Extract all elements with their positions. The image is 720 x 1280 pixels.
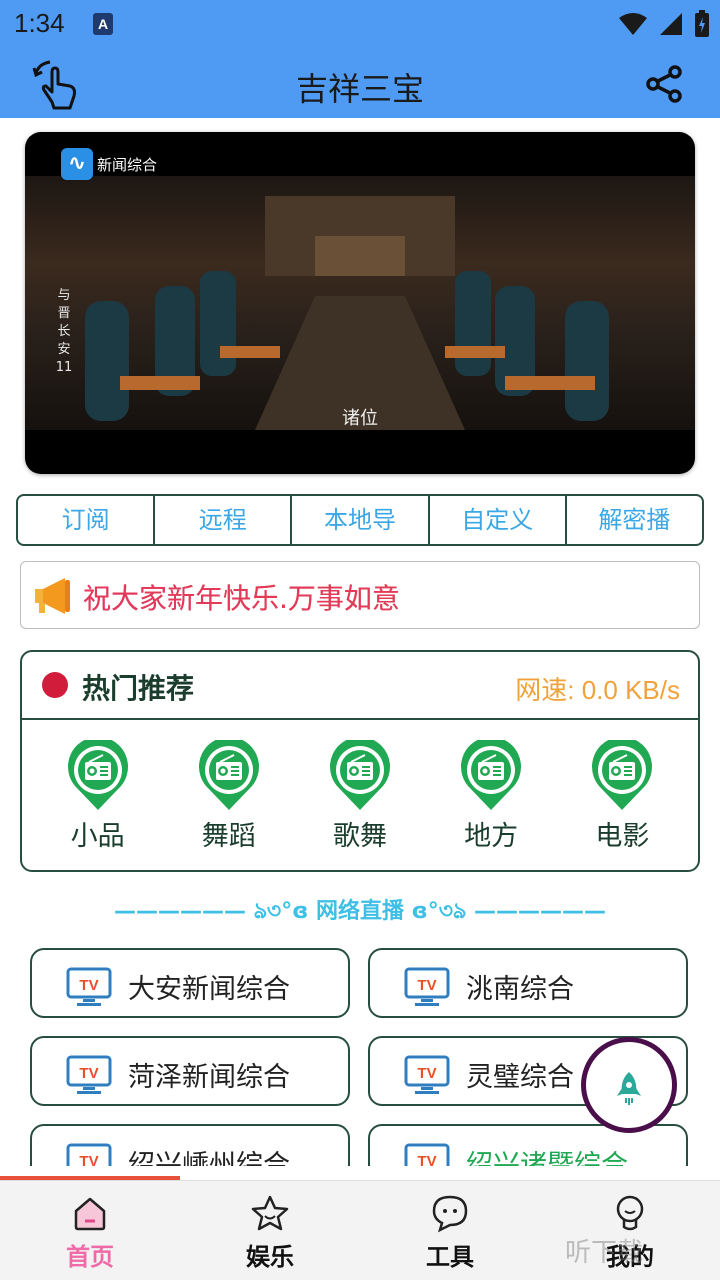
svg-text:TV: TV bbox=[417, 1153, 436, 1166]
channel-name: 大安新闻综合 bbox=[128, 974, 290, 1005]
home-icon bbox=[74, 1197, 106, 1231]
status-time: 1:34 bbox=[14, 8, 65, 38]
app-title: 吉祥三宝 bbox=[295, 70, 424, 108]
notification-icon: A bbox=[93, 13, 113, 35]
watermark-text: 听下载 bbox=[565, 1238, 644, 1268]
network-speed: 网速: 0.0 KB/s bbox=[515, 675, 680, 705]
status-bar: 1:34 A bbox=[0, 0, 720, 50]
channel-item[interactable]: TV 绍兴嵊州综合 bbox=[30, 1124, 350, 1166]
radio-pin-icon bbox=[592, 740, 653, 810]
channel-item[interactable]: TV 菏泽新闻综合 bbox=[30, 1036, 350, 1106]
hot-item-label: 小品 bbox=[70, 821, 125, 852]
channel-logo-icon: ∿ bbox=[61, 148, 93, 180]
live-section-divider: —————— ঌ৩°ɞ 网络直播 ɞ°৩ঌ —————— bbox=[114, 899, 606, 924]
profile-icon bbox=[616, 1195, 644, 1231]
channel-name: 绍兴诸暨综合 bbox=[466, 1150, 628, 1166]
drama-title: 与晋长安11 bbox=[55, 288, 73, 375]
tv-icon: TV bbox=[66, 1055, 112, 1094]
nav-tools[interactable]: 工具 bbox=[360, 1181, 540, 1280]
video-scene-art bbox=[85, 196, 609, 430]
chat-bubble-icon bbox=[432, 1195, 468, 1233]
hot-item-label: 舞蹈 bbox=[201, 821, 256, 852]
tv-icon: TV bbox=[404, 1143, 450, 1166]
notice-text: 祝大家新年快乐.万事如意 bbox=[83, 577, 400, 617]
red-dot-icon bbox=[42, 672, 68, 698]
channel-name: 灵璧综合 bbox=[466, 1062, 574, 1093]
nav-label: 工具 bbox=[426, 1243, 474, 1271]
svg-text:TV: TV bbox=[79, 977, 98, 994]
tv-icon: TV bbox=[404, 967, 450, 1006]
hot-item-song-dance[interactable]: 歌舞 bbox=[310, 732, 410, 853]
hot-item-movie[interactable]: 电影 bbox=[572, 732, 672, 853]
wifi-icon bbox=[619, 13, 647, 35]
nav-label: 娱乐 bbox=[246, 1243, 294, 1271]
battery-icon bbox=[695, 10, 709, 37]
tv-icon: TV bbox=[404, 1055, 450, 1094]
app-bar: 吉祥三宝 bbox=[0, 50, 720, 118]
hot-header: 热门推荐 网速: 0.0 KB/s bbox=[22, 652, 698, 720]
video-subtitle: 诸位 bbox=[342, 408, 378, 429]
channel-item[interactable]: TV 大安新闻综合 bbox=[30, 948, 350, 1018]
nav-entertainment[interactable]: 娱乐 bbox=[180, 1181, 360, 1280]
tab-remote[interactable]: 远程 bbox=[155, 496, 293, 544]
hot-item-local[interactable]: 地方 bbox=[441, 732, 541, 853]
svg-text:TV: TV bbox=[79, 1065, 98, 1082]
signal-icon bbox=[660, 13, 682, 35]
nav-home[interactable]: 首页 bbox=[0, 1181, 180, 1280]
star-icon bbox=[251, 1195, 289, 1231]
hot-recommend-card: 热门推荐 网速: 0.0 KB/s 小品 舞蹈 歌舞 地方 电影 bbox=[20, 650, 700, 872]
video-frame bbox=[25, 176, 695, 430]
source-tabs: 订阅 远程 本地导 自定义 解密播 bbox=[16, 494, 704, 546]
svg-text:TV: TV bbox=[417, 1065, 436, 1082]
tv-icon: TV bbox=[66, 1143, 112, 1166]
hot-title: 热门推荐 bbox=[82, 672, 195, 705]
channel-name: 新闻综合 bbox=[97, 156, 158, 174]
svg-text:TV: TV bbox=[79, 1153, 98, 1166]
hot-item-label: 电影 bbox=[595, 821, 650, 852]
channel-name: 洮南综合 bbox=[466, 974, 574, 1005]
radio-pin-icon bbox=[461, 740, 522, 810]
hot-item-label: 地方 bbox=[464, 821, 519, 852]
radio-pin-icon bbox=[67, 740, 128, 810]
tv-icon: TV bbox=[66, 967, 112, 1006]
svg-text:TV: TV bbox=[417, 977, 436, 994]
hot-item-sketch[interactable]: 小品 bbox=[48, 732, 148, 853]
notice-banner[interactable]: 祝大家新年快乐.万事如意 bbox=[20, 561, 700, 629]
megaphone-icon bbox=[35, 578, 70, 614]
tab-subscribe[interactable]: 订阅 bbox=[18, 496, 156, 544]
channel-name: 菏泽新闻综合 bbox=[128, 1062, 290, 1093]
tab-local-import[interactable]: 本地导 bbox=[292, 496, 430, 544]
nav-label: 首页 bbox=[66, 1243, 114, 1271]
status-icons bbox=[618, 8, 710, 40]
rocket-fab-button[interactable] bbox=[581, 1037, 677, 1133]
hot-item-label: 歌舞 bbox=[332, 821, 387, 852]
radio-pin-icon bbox=[198, 740, 259, 810]
hot-items: 小品 舞蹈 歌舞 地方 电影 bbox=[22, 732, 698, 853]
video-player[interactable]: ∿ 新闻综合 与晋长安11 诸位 bbox=[25, 132, 695, 474]
tab-decrypt-play[interactable]: 解密播 bbox=[567, 496, 702, 544]
share-icon[interactable] bbox=[644, 64, 684, 104]
channel-item[interactable]: TV 洮南综合 bbox=[368, 948, 688, 1018]
rocket-icon bbox=[617, 1072, 641, 1105]
hot-item-dance[interactable]: 舞蹈 bbox=[179, 732, 279, 853]
tab-custom[interactable]: 自定义 bbox=[430, 496, 567, 544]
radio-pin-icon bbox=[330, 740, 390, 810]
channel-name: 绍兴嵊州综合 bbox=[128, 1150, 290, 1166]
